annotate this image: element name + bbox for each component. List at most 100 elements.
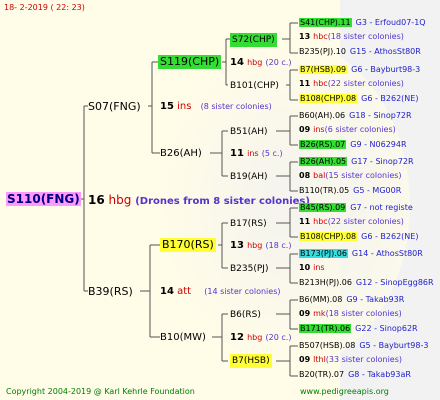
ss-unit: hbg xyxy=(247,58,263,67)
g4-info: G6 - B262(NE) xyxy=(361,232,419,241)
g4-row[interactable]: 09 lthl(33 sister colonies) xyxy=(299,354,402,365)
ds-unit: hbg xyxy=(247,241,263,250)
g4-row[interactable]: B6(MM).08 G9 - Takab93R xyxy=(299,294,404,305)
g3-node-1[interactable]: S72(CHP) xyxy=(230,33,277,47)
g4-row[interactable]: B7(HSB).09 G6 - Bayburt98-3 xyxy=(299,64,420,75)
g4-info: G15 - AthosSt80R xyxy=(349,47,421,56)
root-label: S110(FNG) xyxy=(6,192,81,206)
g4-row[interactable]: B213H(PJ).06 G12 - SinopEgg86R xyxy=(299,277,434,288)
g4-label: B173(PJ).06 xyxy=(299,249,348,258)
sd-node[interactable]: B26(AH) xyxy=(160,147,202,161)
g4-label: B26(AH).05 xyxy=(299,157,348,166)
dam-node[interactable]: B39(RS) xyxy=(88,285,133,299)
g4-row[interactable]: B110(TR).05 G5 - MG00R xyxy=(299,185,401,196)
dd-node[interactable]: B10(MW) xyxy=(160,331,206,345)
root-unit: hbg xyxy=(108,193,132,207)
dam-drones: 14 att (14 sister colonies) xyxy=(160,285,281,299)
g4-label: B108(CHP).08 xyxy=(299,94,358,103)
sd-note: (5 c.) xyxy=(261,149,283,158)
g4-num: 08 xyxy=(299,171,311,180)
g4-label: B235(PJ).10 xyxy=(299,47,346,56)
sire-num: 15 xyxy=(160,101,174,112)
g4-row[interactable]: S41(CHP).11 G3 - Erfoud07-1Q xyxy=(299,17,426,28)
g4-label: B171(TR).06 xyxy=(299,324,352,333)
g4-label: B6(MM).08 xyxy=(299,295,343,304)
g4-row[interactable]: B171(TR).06 G22 - Sinop62R xyxy=(299,323,418,334)
g3-node-8[interactable]: B7(HSB) xyxy=(230,354,272,368)
ss-node[interactable]: S119(CHP) xyxy=(158,55,222,69)
g4-row[interactable]: B507(HSB).08 G5 - Bayburt98-3 xyxy=(299,340,428,351)
dam-unit: att xyxy=(177,286,192,297)
g4-num: 10 xyxy=(299,263,311,272)
g4-row[interactable]: B26(RS).07 G9 - N06294R xyxy=(299,139,407,150)
g4-row[interactable]: 11 hbc(22 sister colonies) xyxy=(299,78,404,89)
g4-unit: bal xyxy=(313,171,326,180)
g4-label: B507(HSB).08 xyxy=(299,341,356,350)
g4-note: (18 sister colonies) xyxy=(327,32,404,41)
g4-info: G14 - AthosSt80R xyxy=(351,249,423,258)
g3-node-4[interactable]: B19(AH) xyxy=(230,170,268,184)
g4-row[interactable]: B60(AH).06 G18 - Sinop72R xyxy=(299,110,412,121)
g3-node-7[interactable]: B6(RS) xyxy=(230,308,261,322)
g4-info: G8 - Takab93aR xyxy=(348,370,411,379)
sire-unit: ins xyxy=(177,101,192,112)
ds-node[interactable]: B170(RS) xyxy=(160,238,216,252)
g4-info: G5 - Bayburt98-3 xyxy=(359,341,429,350)
g4-row[interactable]: B108(CHP).08 G6 - B262(NE) xyxy=(299,231,418,242)
copyright: Copyright 2004-2019 @ Karl Kehrle Founda… xyxy=(6,387,195,396)
dd-num: 12 xyxy=(230,332,244,343)
g4-num: 09 xyxy=(299,125,311,134)
g4-info: G6 - B262(NE) xyxy=(361,94,419,103)
g4-num: 13 xyxy=(299,32,311,41)
sire-node[interactable]: S07(FNG) xyxy=(88,100,141,114)
g3-node-5[interactable]: B17(RS) xyxy=(230,217,267,231)
root-node[interactable]: S110(FNG) xyxy=(6,192,81,206)
g4-row[interactable]: B45(RS).09 G7 - not registe xyxy=(299,202,413,213)
g4-note: (6 sister colonies) xyxy=(324,125,396,134)
g4-row[interactable]: B26(AH).05 G17 - Sinop72R xyxy=(299,156,414,167)
g4-row[interactable]: 08 bal(15 sister colonies) xyxy=(299,170,402,181)
g4-row[interactable]: B108(CHP).08 G6 - B262(NE) xyxy=(299,93,418,104)
g4-label: B110(TR).05 xyxy=(299,186,350,195)
g3-node-2[interactable]: B101(CHP) xyxy=(230,79,279,93)
timestamp: 18- 2-2019 ( 22: 23) xyxy=(4,3,85,12)
g4-label: B213H(PJ).06 xyxy=(299,278,352,287)
dam-num: 14 xyxy=(160,286,174,297)
ds-note: (18 c.) xyxy=(265,241,292,250)
g4-label: B45(RS).09 xyxy=(299,203,347,212)
g4-num: 11 xyxy=(299,79,311,88)
g4-note: (15 sister colonies) xyxy=(325,171,402,180)
g4-row[interactable]: 13 hbc(18 sister colonies) xyxy=(299,31,404,42)
g4-row[interactable]: B20(TR).07 G8 - Takab93aR xyxy=(299,369,411,380)
g4-num: 09 xyxy=(299,355,311,364)
site-link[interactable]: www.pedigreeapis.org xyxy=(300,386,389,397)
g4-row[interactable]: 11 hbc(22 sister colonies) xyxy=(299,216,404,227)
sd-num: 11 xyxy=(230,148,244,159)
pedigree-canvas: 18- 2-2019 ( 22: 23) S110(FNG) 16 hbg (D… xyxy=(0,0,440,400)
g4-row[interactable]: 09 ins(6 sister colonies) xyxy=(299,124,396,135)
g4-info: G7 - not registe xyxy=(350,203,413,212)
g3-node-3[interactable]: B51(AH) xyxy=(230,125,268,139)
dd-unit: hbg xyxy=(247,333,263,342)
g4-row[interactable]: B235(PJ).10 G15 - AthosSt80R xyxy=(299,46,421,57)
g4-label: B108(CHP).08 xyxy=(299,232,358,241)
g4-unit: hbc xyxy=(313,32,328,41)
dam-note: (14 sister colonies) xyxy=(204,287,281,296)
g4-label: B20(TR).07 xyxy=(299,370,345,379)
root-num: 16 xyxy=(88,193,105,207)
g4-note: (18 sister colonies) xyxy=(325,309,402,318)
g4-row[interactable]: 10 ins xyxy=(299,262,325,273)
g4-info: G9 - Takab93R xyxy=(346,295,405,304)
g4-info: G6 - Bayburt98-3 xyxy=(351,65,421,74)
g4-num: 09 xyxy=(299,309,311,318)
g4-row[interactable]: B173(PJ).06 G14 - AthosSt80R xyxy=(299,248,423,259)
sire-note: (8 sister colonies) xyxy=(200,102,272,111)
ss-num: 14 xyxy=(230,57,244,68)
g4-row[interactable]: 09 mk(18 sister colonies) xyxy=(299,308,402,319)
g3-node-6[interactable]: B235(PJ) xyxy=(230,262,268,276)
g4-unit: ins xyxy=(313,125,325,134)
g4-label: B26(RS).07 xyxy=(299,140,347,149)
g4-unit: hbc xyxy=(313,217,328,226)
g4-label: S41(CHP).11 xyxy=(299,18,352,27)
g4-unit: hbc xyxy=(313,79,328,88)
